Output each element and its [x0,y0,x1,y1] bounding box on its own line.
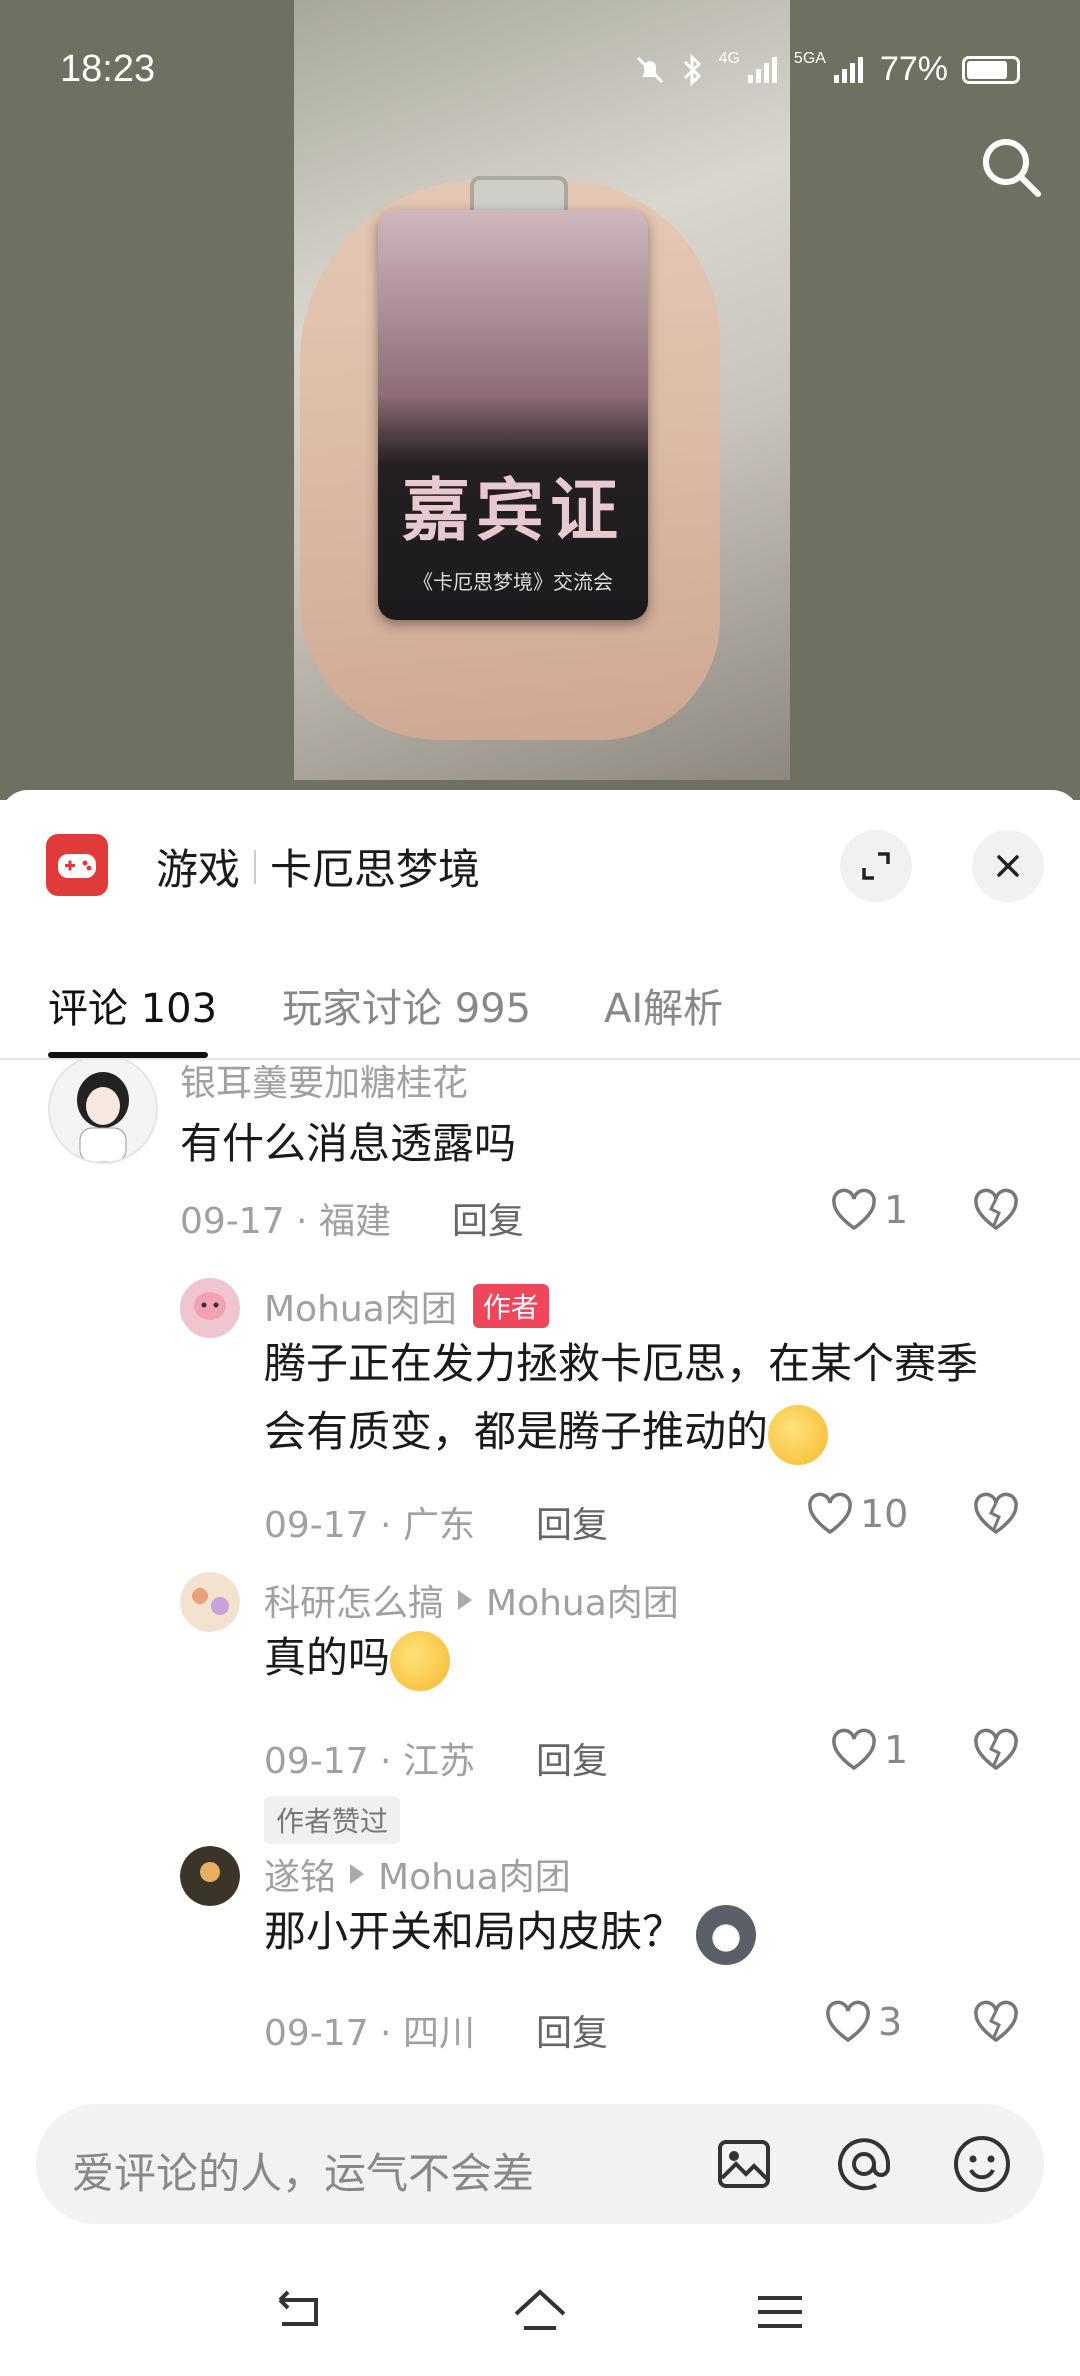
back-button[interactable] [266,2280,330,2344]
reply-button[interactable]: 回复 [536,1496,608,1548]
status-icons: 4G 5GA 77% [633,50,1020,89]
heart-icon [832,1728,876,1771]
header-category: 游戏 [156,845,241,894]
crying-emoji-icon [390,1630,451,1691]
expand-icon [862,852,890,880]
like-count: 3 [878,2000,903,2044]
like-count: 1 [884,1728,909,1772]
close-button[interactable] [972,830,1044,902]
search-icon [983,139,1041,197]
comment-username[interactable]: 遂铭 Mohua肉团 [264,1848,571,1900]
heart-icon [826,2000,870,2043]
comment-text: 那小开关和局内皮肤？ [264,1898,757,1966]
comment-username[interactable]: Mohua肉团 作者 [264,1280,549,1332]
like-button[interactable]: 1 [830,1728,908,1772]
comment-username[interactable]: 科研怎么搞 Mohua肉团 [264,1574,679,1626]
at-icon [838,2138,890,2191]
battery-icon [962,55,1020,84]
avatar[interactable] [180,1572,240,1632]
network-4g-label: 4G [718,50,740,67]
avatar[interactable] [180,1846,240,1906]
reply-button[interactable]: 回复 [452,1192,524,1244]
reply-arrow-icon [350,1864,365,1884]
guest-pass-subtitle: 《卡厄思梦境》交流会 [413,570,613,594]
sheet-header: 游戏 卡厄思梦境 [0,790,1080,940]
system-nav-bar [0,2260,1080,2376]
tab-ai-analysis[interactable]: AI解析 [604,976,723,1034]
reply-arrow-icon [458,1590,473,1610]
dislike-button[interactable] [972,1188,1020,1236]
heart-icon [808,1492,852,1535]
comment-meta: 09-17 · 四川 [264,2013,475,2054]
home-button[interactable] [508,2280,572,2344]
like-count: 10 [860,1492,909,1536]
tab-player-discussion[interactable]: 玩家讨论 995 [282,976,531,1034]
comment-text: 真的吗 [264,1624,451,1692]
back-icon [278,2290,318,2326]
comment-input-bar[interactable]: 爱评论的人，运气不会差 [36,2104,1044,2224]
menu-icon [758,2296,802,2328]
emoji-button[interactable] [950,2132,1014,2196]
like-button[interactable]: 3 [824,2000,902,2044]
comment-text: 有什么消息透露吗 [180,1119,517,1168]
close-icon [997,855,1019,877]
dislike-button[interactable] [972,2000,1020,2048]
status-bar: 18:23 4G 5GA 77% [0,0,1080,150]
broken-heart-icon [974,1728,1018,1771]
guest-pass-title: 嘉宾证 [401,471,624,551]
search-button[interactable] [976,132,1046,202]
like-button[interactable]: 10 [806,1492,908,1536]
broken-heart-icon [974,1188,1018,1231]
bluetooth-icon [683,52,701,87]
image-icon [718,2140,770,2188]
like-button[interactable]: 1 [830,1188,908,1232]
comment-meta: 09-17 · 广东 [264,1505,475,1546]
comment-sheet: 游戏 卡厄思梦境 评论 103 玩家讨论 995 AI解析 银耳羹要加糖桂花 有… [0,790,1080,2376]
image-button[interactable] [712,2132,776,2196]
tab-bar: 评论 103 玩家讨论 995 AI解析 [0,940,1080,1060]
mute-bell-icon [636,56,663,83]
comment-username[interactable]: 银耳羹要加糖桂花 [180,1060,468,1106]
husky-emoji-icon [696,1904,757,1965]
comment-meta: 09-17 · 福建 [180,1201,391,1242]
header-divider [254,849,257,884]
dislike-button[interactable] [972,1728,1020,1776]
expand-button[interactable] [840,830,912,902]
tab-comments[interactable]: 评论 103 [48,976,217,1034]
reply-button[interactable]: 回复 [536,1732,608,1784]
heart-icon [832,1188,876,1231]
broken-heart-icon [974,1492,1018,1535]
home-icon [514,2289,566,2330]
reply-button[interactable]: 回复 [536,2004,608,2056]
smiley-icon [954,2136,1010,2192]
broken-heart-icon [974,2000,1018,2043]
network-5ga-label: 5GA [793,50,826,67]
battery-percent: 77% [879,50,948,88]
comment-input-placeholder[interactable]: 爱评论的人，运气不会差 [72,2140,534,2201]
signal-icon-2 [833,56,863,83]
header-title: 卡厄思梦境 [270,845,481,894]
mention-button[interactable] [832,2132,896,2196]
comment-meta: 09-17 · 江苏 [264,1741,475,1782]
menu-button[interactable] [748,2280,812,2344]
dislike-button[interactable] [972,1492,1020,1540]
smug-emoji-icon [768,1404,829,1465]
author-liked-badge: 作者赞过 [264,1796,401,1844]
author-tag: 作者 [472,1284,549,1328]
status-time: 18:23 [60,48,156,90]
comment-text: 腾子正在发力拯救卡厄思，在某个赛季 会有质变，都是腾子推动的 [264,1330,978,1466]
avatar[interactable] [180,1278,240,1338]
comment-list[interactable]: 银耳羹要加糖桂花 有什么消息透露吗 09-17 · 福建 回复 1 Mohua肉… [0,1060,1080,2100]
active-tab-indicator [48,1052,208,1058]
like-count: 1 [884,1188,909,1232]
gamepad-icon [46,834,108,896]
game-link[interactable]: 游戏 卡厄思梦境 [156,836,480,897]
avatar[interactable] [48,1060,158,1164]
guest-pass-image [378,210,648,620]
signal-icon [747,56,777,83]
